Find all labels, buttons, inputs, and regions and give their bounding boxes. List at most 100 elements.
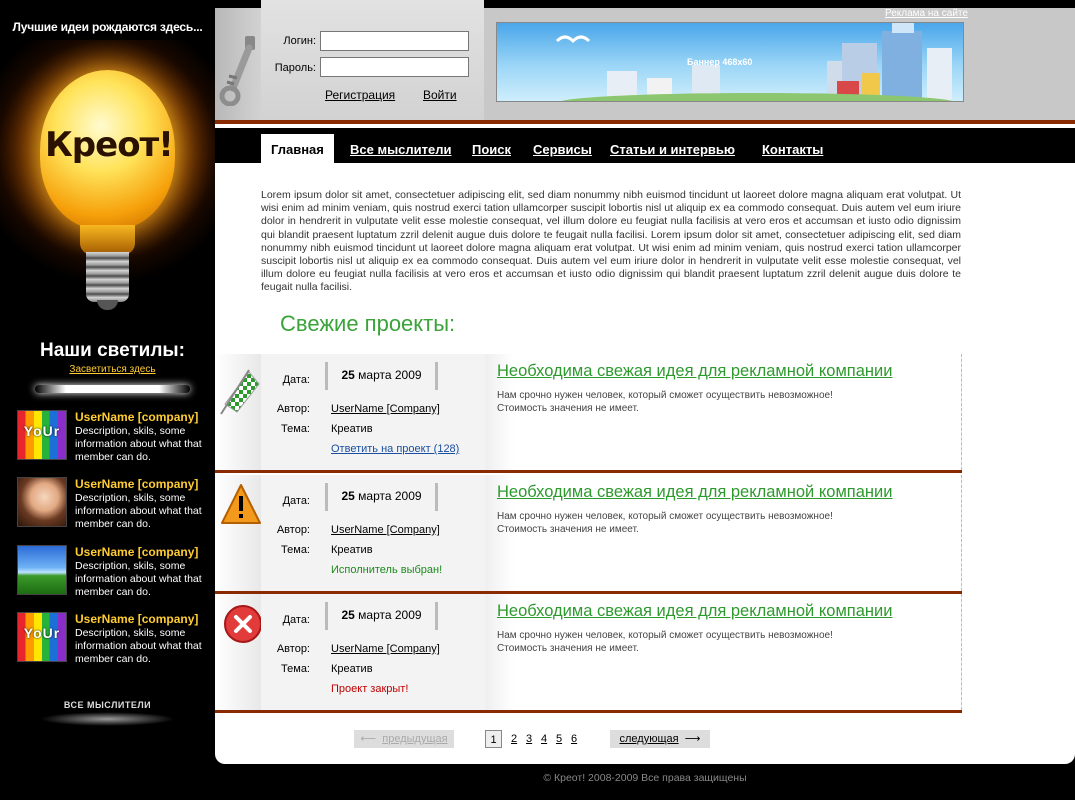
member-avatar[interactable]: [17, 477, 67, 527]
arrow-left-icon: ⟵: [360, 733, 377, 745]
main-area: Логин: Пароль: Регистрация Войти Реклама…: [215, 0, 1075, 764]
author-link[interactable]: UserName [Company]: [331, 524, 440, 536]
member-description: Description, skils, some information abo…: [75, 425, 202, 463]
login-label: Логин:: [283, 35, 316, 47]
logo-text: Креот!: [45, 125, 174, 165]
date-month-year: марта 2009: [358, 489, 422, 503]
project-body: Необходима свежая идея для рекламной ком…: [485, 354, 962, 470]
project-divider: [215, 470, 962, 473]
page-number[interactable]: 2: [511, 730, 517, 748]
project-icon-column: [215, 354, 261, 470]
intro-text: Lorem ipsum dolor sit amet, consectetuer…: [261, 189, 961, 294]
page-number[interactable]: 4: [541, 730, 547, 748]
date-label: Дата:: [282, 495, 310, 507]
site-tagline: Лучшие идеи рождаются здесь...: [12, 20, 203, 34]
topic-label: Тема:: [281, 663, 310, 675]
project-title-link[interactable]: Необходима свежая идея для рекламной ком…: [497, 362, 892, 381]
member-name[interactable]: UserName [company]: [75, 545, 198, 559]
date-box: 25 марта 2009: [325, 362, 438, 390]
pagination: ⟵ предыдущая 1 2 3 4 5 6 следующая ⟶: [215, 730, 1075, 750]
author-label: Автор:: [276, 524, 310, 536]
project-desc-line: Стоимость значения не имеет.: [497, 403, 639, 414]
member-card[interactable]: YoUr UserName [company] Description, ski…: [17, 612, 212, 667]
project-desc-line: Нам срочно нужен человек, который сможет…: [497, 390, 833, 401]
date-label: Дата:: [282, 374, 310, 386]
project-title-link[interactable]: Необходима свежая идея для рекламной ком…: [497, 483, 892, 502]
sidebar: Лучшие идеи рождаются здесь... Креот! На…: [0, 0, 215, 800]
member-card[interactable]: YoUr UserName [company] Description, ski…: [17, 410, 212, 465]
date-day: 25: [341, 489, 355, 503]
date-label: Дата:: [282, 614, 310, 626]
project-card: Дата: 25 марта 2009 Автор: UserName [Com…: [215, 354, 962, 473]
topic-label: Тема:: [281, 423, 310, 435]
project-body: Необходима свежая идея для рекламной ком…: [485, 594, 962, 710]
member-avatar[interactable]: YoUr: [17, 612, 67, 662]
project-icon-column: [215, 594, 262, 710]
signin-link[interactable]: Войти: [423, 88, 457, 102]
member-card[interactable]: UserName [company] Description, skils, s…: [17, 477, 212, 532]
member-name[interactable]: UserName [company]: [75, 410, 198, 424]
project-desc-line: Нам срочно нужен человек, который сможет…: [497, 630, 833, 641]
ad-banner[interactable]: Баннер 468x60: [496, 22, 964, 102]
avatar-logo-text: YoUr: [23, 625, 61, 641]
project-meta: Дата: 25 марта 2009 Автор: UserName [Com…: [261, 475, 485, 591]
date-day: 25: [341, 608, 355, 622]
page-number[interactable]: 6: [571, 730, 577, 748]
member-name[interactable]: UserName [company]: [75, 612, 198, 626]
bulb-neck: [80, 225, 135, 255]
bulb-tip: [97, 300, 118, 310]
date-month-year: марта 2009: [358, 368, 422, 382]
login-form: Логин: Пароль: Регистрация Войти: [261, 0, 484, 120]
password-input[interactable]: [320, 57, 469, 77]
page-number[interactable]: 5: [556, 730, 562, 748]
status-text: Исполнитель выбран!: [331, 564, 443, 576]
member-name[interactable]: UserName [company]: [75, 477, 198, 491]
fresh-projects-title: Свежие проекты:: [280, 311, 456, 336]
member-description: Description, skils, some information abo…: [75, 492, 202, 530]
project-body: Необходима свежая идея для рекламной ком…: [485, 475, 962, 591]
topic-value: Креатив: [331, 663, 373, 675]
logo-lightbulb[interactable]: Креот!: [0, 40, 215, 330]
register-link[interactable]: Регистрация: [325, 88, 395, 102]
project-description: Нам срочно нужен человек, который сможет…: [497, 629, 833, 655]
key-panel: [215, 8, 261, 120]
reply-link[interactable]: Ответить на проект (128): [331, 443, 459, 455]
advertise-link[interactable]: Реклама на сайте: [885, 8, 968, 19]
topic-value: Креатив: [331, 423, 373, 435]
page-number-current[interactable]: 1: [485, 730, 502, 748]
project-desc-line: Нам срочно нужен человек, который сможет…: [497, 511, 833, 522]
member-avatar[interactable]: YoUr: [17, 410, 67, 460]
main-nav: Главная Все мыслители Поиск Сервисы Стат…: [215, 124, 1075, 167]
project-desc-line: Стоимость значения не имеет.: [497, 643, 639, 654]
member-avatar[interactable]: [17, 545, 67, 595]
project-icon-column: [215, 475, 261, 591]
prev-page-button[interactable]: ⟵ предыдущая: [354, 730, 454, 748]
stars-signup-link[interactable]: Засветиться здесь: [0, 364, 225, 375]
banner-caption: Баннер 468x60: [687, 57, 753, 67]
password-label: Пароль:: [274, 62, 316, 74]
next-label: следующая: [619, 733, 679, 745]
status-text: Проект закрыт!: [331, 683, 409, 695]
prev-label: предыдущая: [382, 733, 448, 745]
next-page-button[interactable]: следующая ⟶: [610, 730, 710, 748]
author-link[interactable]: UserName [Company]: [331, 403, 440, 415]
glow-underline: [40, 712, 175, 726]
arrow-right-icon: ⟶: [684, 733, 701, 745]
content-area: Lorem ipsum dolor sit amet, consectetuer…: [215, 163, 1075, 764]
topic-value: Креатив: [331, 544, 373, 556]
key-icon: [219, 36, 255, 106]
bulb-base: [86, 252, 129, 302]
project-title-link[interactable]: Необходима свежая идея для рекламной ком…: [497, 602, 892, 621]
project-card: Дата: 25 марта 2009 Автор: UserName [Com…: [215, 594, 962, 713]
member-card[interactable]: UserName [company] Description, skils, s…: [17, 545, 212, 600]
login-input[interactable]: [320, 31, 469, 51]
all-thinkers-link[interactable]: ВСЕ МЫСЛИТЕЛИ: [0, 700, 215, 710]
date-month-year: марта 2009: [358, 608, 422, 622]
glow-divider: [35, 385, 190, 393]
author-label: Автор:: [276, 643, 310, 655]
footer-copyright: © Креот! 2008-2009 Все права защищены: [543, 772, 747, 784]
stars-title: Наши светилы:: [39, 340, 185, 361]
page-number[interactable]: 3: [526, 730, 532, 748]
author-link[interactable]: UserName [Company]: [331, 643, 440, 655]
avatar-logo-text: YoUr: [23, 423, 61, 439]
